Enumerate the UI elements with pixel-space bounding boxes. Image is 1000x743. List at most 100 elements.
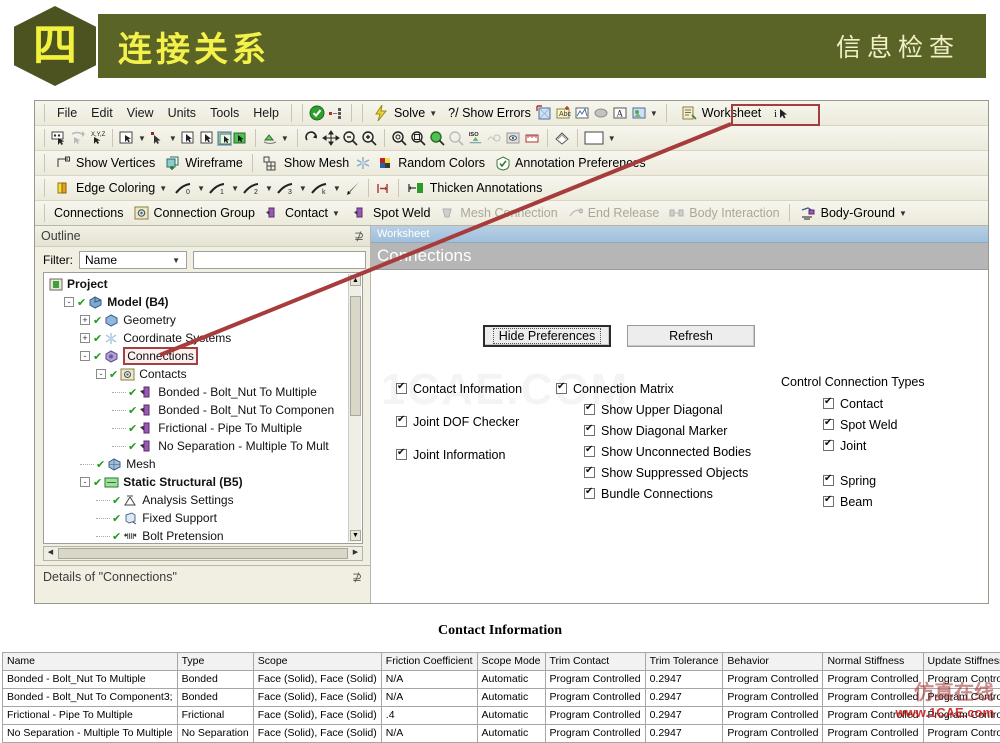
- single-select-icon[interactable]: [218, 132, 231, 145]
- menu-item-view[interactable]: View: [120, 105, 161, 121]
- arrow-pointer-icon[interactable]: [344, 179, 363, 198]
- pan-icon[interactable]: [322, 129, 341, 148]
- body-select-icon[interactable]: [199, 129, 218, 148]
- worksheet-tab[interactable]: Worksheet: [371, 226, 988, 243]
- worksheet-option-2[interactable]: Joint Information: [396, 444, 522, 465]
- coordinate-triad-icon[interactable]: [353, 154, 372, 173]
- show-errors-button[interactable]: ?/ Show Errors: [444, 105, 535, 121]
- menu-item-edit[interactable]: Edit: [84, 105, 120, 121]
- tree-item[interactable]: ✔Mesh: [48, 455, 362, 473]
- label-tag-icon[interactable]: [553, 129, 572, 148]
- worksheet-option-0[interactable]: Contact Information: [396, 378, 522, 399]
- select-mode-icon[interactable]: [50, 129, 69, 148]
- connection-matrix-sub-option-2[interactable]: Show Unconnected Bodies: [584, 441, 751, 462]
- edge-coloring-button[interactable]: Edge Coloring ▼: [50, 178, 174, 199]
- thickness-0-icon[interactable]: 0: [174, 179, 196, 198]
- chevron-down-icon[interactable]: ▼: [159, 184, 167, 193]
- print-preview-icon[interactable]: [592, 104, 611, 123]
- checkbox-checked-icon[interactable]: [823, 475, 834, 486]
- box-zoom-icon[interactable]: [409, 129, 428, 148]
- show-mesh-button[interactable]: Show Mesh: [258, 153, 353, 174]
- chevron-down-icon[interactable]: ▼: [265, 184, 273, 193]
- table-row[interactable]: Frictional - Pipe To MultipleFrictionalF…: [3, 707, 1000, 725]
- thicken-annotations-button[interactable]: Thicken Annotations: [404, 178, 547, 199]
- connection-type-option-0[interactable]: Contact: [823, 393, 925, 414]
- tree-item[interactable]: ✔Bonded - Bolt_Nut To Multiple: [48, 383, 362, 401]
- menu-item-help[interactable]: Help: [246, 105, 286, 121]
- tree-item[interactable]: ✔No Separation - Multiple To Mult: [48, 437, 362, 455]
- new-comment-icon[interactable]: Abc: [554, 104, 573, 123]
- tree-item[interactable]: ✔Bolt Pretension: [48, 527, 362, 544]
- zoom-in-icon[interactable]: [360, 129, 379, 148]
- chevron-down-icon[interactable]: ▼: [899, 209, 907, 218]
- table-row[interactable]: Bonded - Bolt_Nut To Component3;BondedFa…: [3, 689, 1000, 707]
- checkbox-checked-icon[interactable]: [556, 383, 567, 394]
- show-vertices-button[interactable]: Show Vertices: [50, 153, 159, 174]
- annotation-preferences-button[interactable]: Annotation Preferences: [489, 153, 650, 174]
- new-figure-icon[interactable]: [573, 104, 592, 123]
- checkbox-checked-icon[interactable]: [396, 383, 407, 394]
- zoom-to-selection-icon[interactable]: [428, 129, 447, 148]
- connection-type-option-2[interactable]: Joint: [823, 435, 925, 456]
- connection-matrix-sub-option-1[interactable]: Show Diagonal Marker: [584, 420, 751, 441]
- checkbox-checked-icon[interactable]: [584, 404, 595, 415]
- coordinate-select-icon[interactable]: X,Y,Z: [88, 129, 107, 148]
- tree-expand-toggle[interactable]: +: [80, 315, 90, 325]
- info-cursor-icon[interactable]: i: [773, 104, 792, 123]
- chevron-down-icon[interactable]: ▼: [333, 184, 341, 193]
- tree-vertical-scrollbar[interactable]: ▲ ▼: [348, 274, 361, 542]
- thickness-k-icon[interactable]: k: [310, 179, 332, 198]
- tree-item[interactable]: ✔Frictional - Pipe To Multiple: [48, 419, 362, 437]
- checkbox-checked-icon[interactable]: [823, 419, 834, 430]
- tree-collapse-toggle[interactable]: -: [64, 297, 74, 307]
- chevron-down-icon[interactable]: ▼: [332, 209, 340, 218]
- chevron-down-icon[interactable]: ▼: [169, 134, 177, 143]
- body-ground-button[interactable]: Body-Ground ▼: [795, 203, 914, 224]
- connection-group-button[interactable]: Connection Group: [128, 203, 259, 224]
- chevron-down-icon[interactable]: ▼: [138, 134, 146, 143]
- iso-view-icon[interactable]: ISO: [466, 129, 485, 148]
- chevron-down-icon[interactable]: ▼: [231, 184, 239, 193]
- tree-item[interactable]: -✔Model (B4): [48, 293, 362, 311]
- scroll-up-button[interactable]: ▲: [350, 275, 361, 286]
- tree-item[interactable]: ✔Fixed Support: [48, 509, 362, 527]
- wireframe-button[interactable]: Wireframe: [159, 153, 247, 174]
- checkbox-checked-icon[interactable]: [396, 416, 407, 427]
- connections-menu-button[interactable]: Connections: [50, 205, 128, 221]
- checkbox-checked-icon[interactable]: [584, 425, 595, 436]
- chevron-down-icon[interactable]: ▼: [650, 109, 658, 118]
- thickness-3-icon[interactable]: 3: [276, 179, 298, 198]
- outline-tree[interactable]: Project-✔Model (B4)+✔Geometry+✔Coordinat…: [43, 272, 363, 544]
- scroll-thumb[interactable]: [350, 296, 361, 416]
- tree-collapse-toggle[interactable]: -: [96, 369, 106, 379]
- extend-selection-icon[interactable]: [69, 129, 88, 148]
- edge-select-icon[interactable]: [149, 129, 168, 148]
- tree-expand-toggle[interactable]: +: [80, 333, 90, 343]
- connection-matrix-sub-option-0[interactable]: Show Upper Diagonal: [584, 399, 751, 420]
- connection-matrix-sub-option-4[interactable]: Bundle Connections: [584, 483, 751, 504]
- rotate-view-icon[interactable]: [261, 129, 280, 148]
- table-row[interactable]: No Separation - Multiple To MultipleNo S…: [3, 725, 1000, 743]
- previous-view-icon[interactable]: [447, 129, 466, 148]
- connection-type-option-1[interactable]: Spot Weld: [823, 414, 925, 435]
- checkbox-checked-icon[interactable]: [823, 496, 834, 507]
- scroll-down-button[interactable]: ▼: [350, 530, 361, 541]
- tree-item[interactable]: -✔Contacts: [48, 365, 362, 383]
- tree-collapse-toggle[interactable]: -: [80, 351, 90, 361]
- ruler-icon[interactable]: [523, 129, 542, 148]
- tree-item[interactable]: +✔Geometry: [48, 311, 362, 329]
- project-tree-icon[interactable]: [327, 104, 346, 123]
- worksheet-button[interactable]: Worksheet: [676, 103, 766, 124]
- menu-item-tools[interactable]: Tools: [203, 105, 246, 121]
- spot-weld-button[interactable]: Spot Weld: [347, 203, 434, 224]
- hide-preferences-button[interactable]: Hide Preferences: [483, 325, 611, 347]
- chevron-down-icon[interactable]: ▼: [608, 134, 616, 143]
- set-view-icon[interactable]: [485, 129, 504, 148]
- thickness-1-icon[interactable]: 1: [208, 179, 230, 198]
- solve-button[interactable]: Solve ▼: [368, 103, 444, 124]
- chevron-down-icon[interactable]: ▼: [172, 256, 180, 265]
- chevron-down-icon[interactable]: ▼: [197, 184, 205, 193]
- tree-item[interactable]: ✔Bonded - Bolt_Nut To Componen: [48, 401, 362, 419]
- refresh-button[interactable]: Refresh: [627, 325, 755, 347]
- green-check-circle-icon[interactable]: [308, 104, 327, 123]
